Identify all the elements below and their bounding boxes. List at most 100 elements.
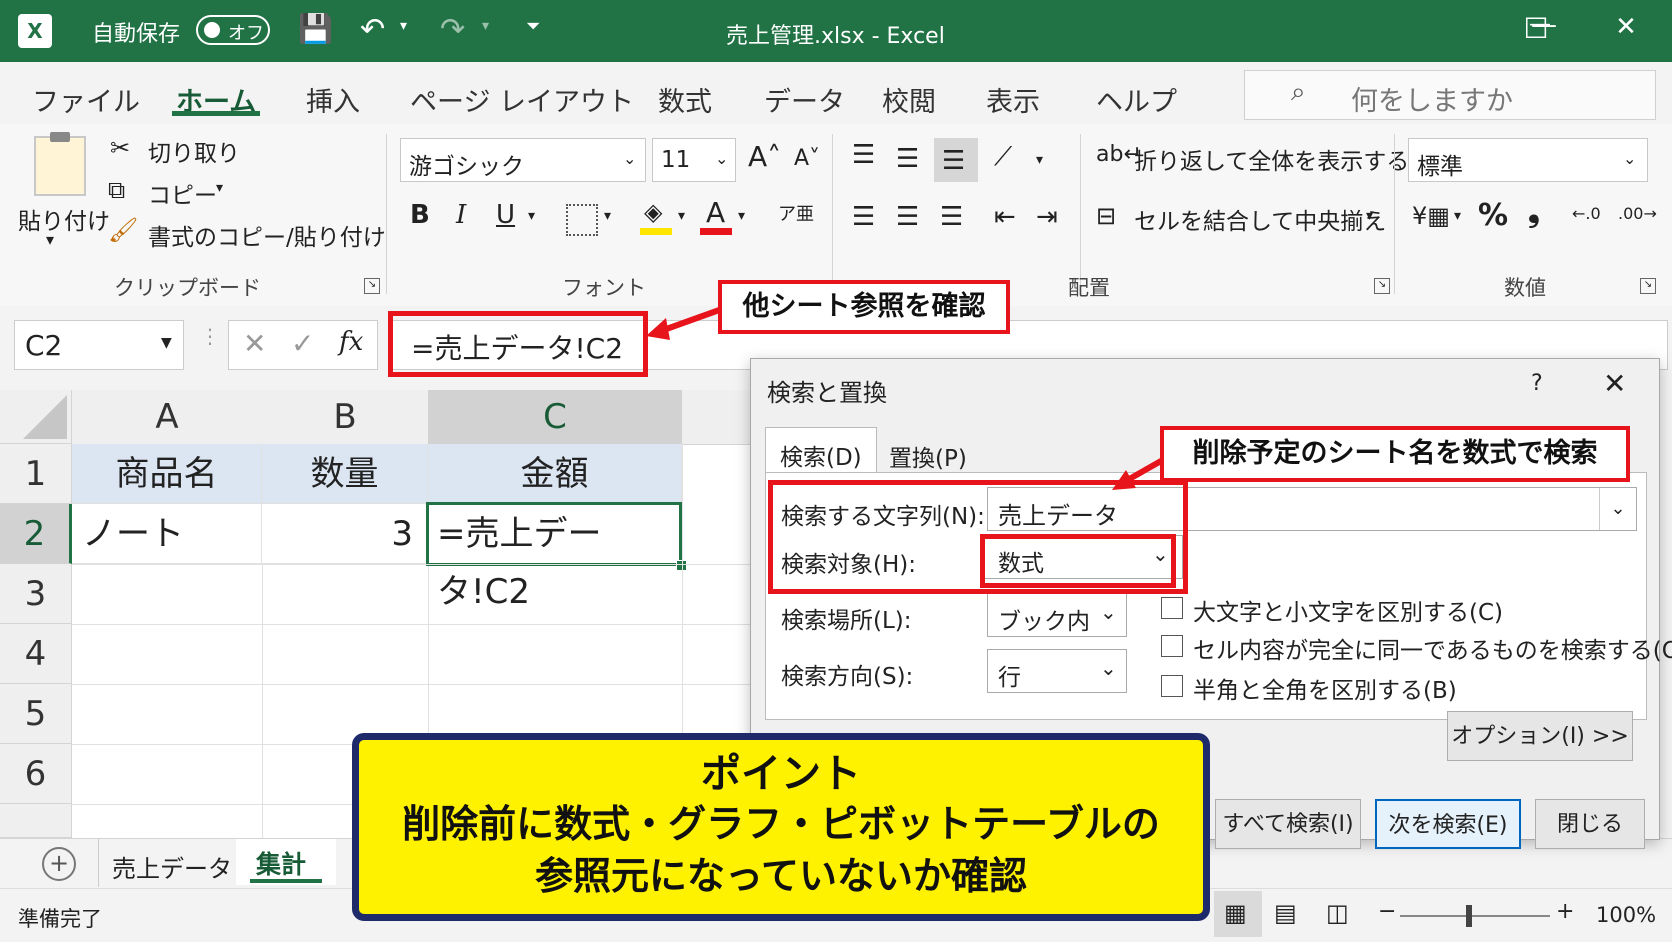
- font-size-select[interactable]: 11 ⌄: [652, 138, 736, 182]
- decrease-indent-icon[interactable]: ⇤: [994, 202, 1016, 232]
- close-window-button[interactable]: ✕: [1602, 12, 1650, 52]
- select-all-button[interactable]: [0, 390, 72, 444]
- row-header-7[interactable]: [0, 804, 72, 838]
- help-button[interactable]: ?: [1531, 371, 1543, 396]
- save-icon[interactable]: 💾: [298, 12, 333, 45]
- paste-icon[interactable]: [34, 136, 86, 196]
- paste-dropdown-icon[interactable]: ▾: [46, 230, 54, 249]
- copy-icon[interactable]: ⧉: [108, 176, 125, 204]
- cut-button[interactable]: 切り取り: [148, 134, 240, 168]
- undo-dropdown-icon[interactable]: ▾: [400, 18, 407, 34]
- decrease-decimal-icon[interactable]: .00→: [1618, 204, 1657, 223]
- zoom-level[interactable]: 100%: [1596, 903, 1656, 927]
- within-select[interactable]: ブック内 ⌄: [987, 593, 1127, 637]
- match-case-label[interactable]: 大文字と小文字を区別する(C): [1193, 593, 1503, 627]
- copy-dropdown-icon[interactable]: ▾: [216, 180, 223, 196]
- format-painter-button[interactable]: 書式のコピー/貼り付け: [148, 218, 386, 252]
- row-header-2[interactable]: 2: [0, 504, 72, 564]
- search-direction-select[interactable]: 行 ⌄: [987, 649, 1127, 693]
- tab-find[interactable]: 検索(D): [765, 427, 877, 474]
- table-header-cell[interactable]: 商品名: [72, 444, 262, 504]
- sheet-tab-summary[interactable]: 集計: [236, 839, 336, 885]
- tab-formulas[interactable]: 数式: [658, 80, 712, 119]
- align-right-icon[interactable]: ☰: [940, 202, 963, 232]
- autosave-toggle[interactable]: オフ: [196, 15, 270, 45]
- tab-view[interactable]: 表示: [986, 80, 1040, 119]
- customize-qat-icon[interactable]: ⏷: [526, 16, 540, 37]
- row-header-4[interactable]: 4: [0, 624, 72, 684]
- match-width-checkbox[interactable]: [1161, 675, 1183, 697]
- cell-c2-selected[interactable]: =売上データ!C2: [426, 502, 682, 612]
- currency-icon[interactable]: ¥▦: [1412, 202, 1450, 230]
- row-header-1[interactable]: 1: [0, 444, 72, 504]
- match-case-checkbox[interactable]: [1161, 597, 1183, 619]
- number-launcher-icon[interactable]: ↘: [1640, 278, 1656, 294]
- table-header-cell[interactable]: 数量: [262, 444, 428, 504]
- row-header-6[interactable]: 6: [0, 744, 72, 804]
- format-painter-icon[interactable]: 🖌: [108, 216, 138, 244]
- increase-font-icon[interactable]: A˄: [748, 140, 781, 173]
- zoom-slider-thumb[interactable]: [1466, 905, 1472, 927]
- column-header-d[interactable]: [682, 390, 751, 445]
- tab-data[interactable]: データ: [764, 80, 845, 119]
- match-width-label[interactable]: 半角と全角を区別する(B): [1193, 671, 1457, 705]
- resize-handle-icon[interactable]: ⋮: [200, 324, 220, 348]
- match-entire-checkbox[interactable]: [1161, 635, 1183, 657]
- fill-color-icon[interactable]: ◈: [644, 198, 662, 226]
- merge-center-button[interactable]: セルを結合して中央揃え: [1134, 202, 1386, 236]
- orientation-dropdown-icon[interactable]: ▾: [1036, 152, 1043, 168]
- undo-icon[interactable]: ↶: [360, 12, 385, 47]
- number-format-select[interactable]: 標準 ⌄: [1408, 138, 1648, 182]
- dialog-close-icon[interactable]: ✕: [1603, 367, 1626, 400]
- close-button[interactable]: 閉じる: [1535, 799, 1645, 849]
- font-color-icon[interactable]: A: [706, 196, 725, 229]
- bold-button[interactable]: B: [410, 200, 430, 230]
- row-header-5[interactable]: 5: [0, 684, 72, 744]
- column-header-a[interactable]: A: [72, 390, 263, 445]
- borders-dropdown-icon[interactable]: ▾: [604, 208, 611, 224]
- tab-replace[interactable]: 置換(P): [889, 439, 967, 473]
- enter-icon[interactable]: ✓: [291, 327, 314, 360]
- italic-button[interactable]: I: [456, 200, 466, 230]
- tab-file[interactable]: ファイル: [32, 80, 140, 119]
- name-box[interactable]: C2 ▼: [14, 320, 184, 370]
- underline-button[interactable]: U: [496, 200, 515, 230]
- table-header-cell[interactable]: 金額: [428, 444, 682, 504]
- align-center-icon[interactable]: ☰: [896, 202, 919, 232]
- cell-a2[interactable]: ノート: [72, 504, 262, 564]
- page-layout-view-icon[interactable]: ▤: [1274, 899, 1297, 927]
- page-break-view-icon[interactable]: ◫: [1326, 899, 1349, 927]
- column-header-c[interactable]: C: [428, 390, 683, 447]
- tab-help[interactable]: ヘルプ: [1096, 80, 1177, 119]
- options-button[interactable]: オプション(I) >>: [1447, 711, 1633, 761]
- wrap-text-button[interactable]: 折り返して全体を表示する: [1134, 142, 1409, 176]
- tab-page-layout[interactable]: ページ レイアウト: [410, 80, 634, 119]
- font-name-select[interactable]: 游ゴシック ⌄: [400, 138, 646, 182]
- zoom-out-icon[interactable]: −: [1378, 899, 1396, 924]
- align-top-icon[interactable]: ☰: [852, 140, 875, 170]
- maximize-button[interactable]: ☐: [1512, 12, 1560, 52]
- merge-dropdown-icon[interactable]: ▾: [1366, 208, 1373, 224]
- tab-insert[interactable]: 挿入: [306, 80, 360, 119]
- clipboard-launcher-icon[interactable]: ↘: [364, 278, 380, 294]
- comma-button[interactable]: ❟: [1528, 194, 1540, 229]
- align-left-icon[interactable]: ☰: [852, 202, 875, 232]
- underline-dropdown-icon[interactable]: ▾: [528, 208, 535, 224]
- find-all-button[interactable]: すべて検索(I): [1215, 799, 1361, 849]
- orientation-icon[interactable]: ⟋: [994, 142, 1012, 173]
- redo-icon[interactable]: ↷: [440, 12, 465, 47]
- alignment-launcher-icon[interactable]: ↘: [1374, 278, 1390, 294]
- sheet-tab-sales-data[interactable]: 売上データ: [112, 849, 232, 884]
- borders-icon[interactable]: [566, 204, 598, 236]
- tell-me-search[interactable]: ⌕ 何をしますか: [1244, 70, 1656, 120]
- redo-dropdown-icon[interactable]: ▾: [482, 18, 489, 34]
- add-sheet-button[interactable]: +: [42, 847, 76, 881]
- insert-function-button[interactable]: fx: [339, 327, 363, 357]
- copy-button[interactable]: コピー: [148, 176, 217, 210]
- paste-label[interactable]: 貼り付け: [18, 202, 110, 236]
- tab-review[interactable]: 校閲: [882, 80, 936, 119]
- currency-dropdown-icon[interactable]: ▾: [1454, 208, 1461, 224]
- zoom-slider[interactable]: [1400, 915, 1550, 917]
- percent-button[interactable]: %: [1478, 198, 1508, 233]
- zoom-in-icon[interactable]: +: [1556, 899, 1574, 924]
